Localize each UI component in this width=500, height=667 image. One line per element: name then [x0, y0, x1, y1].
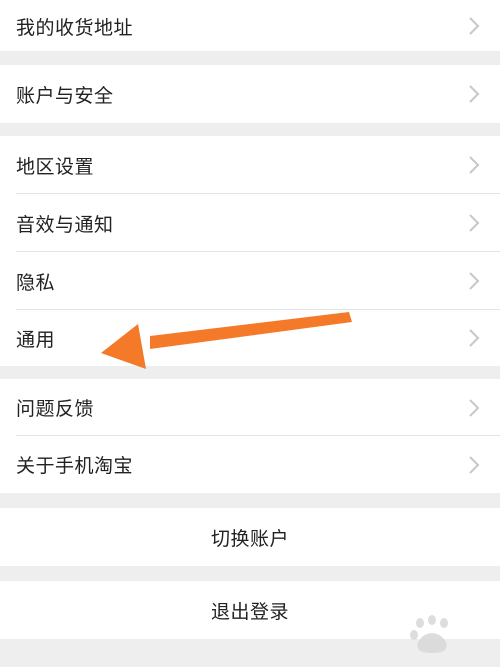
- settings-item-label: 我的收货地址: [16, 17, 134, 39]
- baidu-watermark-icon: [410, 615, 448, 653]
- settings-group-account: 账户与安全: [0, 65, 500, 123]
- settings-item-label: 音效与通知: [16, 213, 114, 236]
- settings-item-label: 隐私: [16, 271, 56, 294]
- settings-item-privacy[interactable]: 隐私: [0, 252, 500, 310]
- chevron-right-icon: [469, 455, 480, 474]
- chevron-right-icon: [469, 398, 480, 417]
- settings-item-label: 账户与安全: [16, 84, 114, 107]
- chevron-right-icon: [469, 156, 480, 174]
- settings-item-general[interactable]: 通用: [0, 310, 500, 366]
- settings-item-label: 关于手机淘宝: [16, 455, 134, 477]
- settings-item-account-security[interactable]: 账户与安全: [0, 65, 500, 123]
- settings-item-label: 地区设置: [16, 155, 95, 178]
- settings-group-about: 问题反馈 关于手机淘宝: [0, 379, 500, 493]
- settings-item-label: 通用: [16, 328, 56, 351]
- settings-item-about-taobao[interactable]: 关于手机淘宝: [0, 436, 500, 493]
- settings-item-region[interactable]: 地区设置: [0, 136, 500, 194]
- chevron-right-icon: [469, 214, 480, 232]
- chevron-right-icon: [469, 272, 480, 290]
- switch-account-button[interactable]: 切换账户: [0, 508, 500, 566]
- chevron-right-icon: [469, 16, 480, 35]
- switch-account-group: 切换账户: [0, 508, 500, 566]
- settings-item-sound-notification[interactable]: 音效与通知: [0, 194, 500, 252]
- settings-group-preferences: 地区设置 音效与通知 隐私 通用: [0, 136, 500, 366]
- settings-item-feedback[interactable]: 问题反馈: [0, 379, 500, 436]
- switch-account-label: 切换账户: [210, 527, 289, 550]
- chevron-right-icon: [469, 329, 480, 347]
- settings-page: 我的收货地址 账户与安全 地区设置 音效与通知 隐私 通用 问题反馈 关于手机淘…: [0, 0, 500, 667]
- settings-group-address: 我的收货地址: [0, 0, 500, 51]
- settings-item-label: 问题反馈: [16, 398, 95, 420]
- chevron-right-icon: [469, 85, 480, 103]
- settings-item-address[interactable]: 我的收货地址: [0, 0, 500, 51]
